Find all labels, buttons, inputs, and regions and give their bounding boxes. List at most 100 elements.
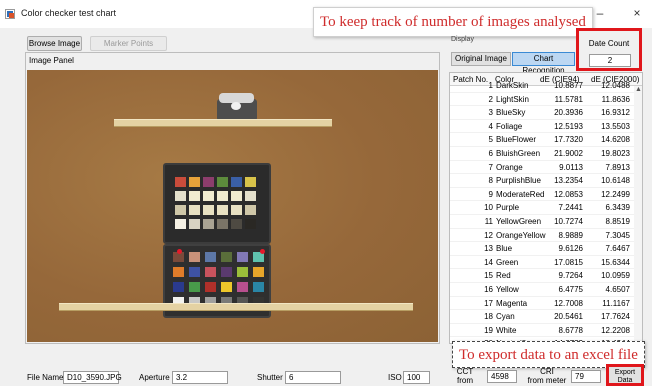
de-cie94-cell: 12.0853 — [554, 189, 583, 199]
close-icon[interactable]: × — [630, 6, 644, 20]
de-cie94-cell: 12.7008 — [554, 298, 583, 308]
display-label: Display — [451, 36, 474, 43]
swatch — [245, 219, 256, 229]
table-row[interactable]: 18 Cyan 20.5461 17.7624 — [450, 310, 636, 324]
aperture-label: Aperture — [139, 373, 170, 382]
color-name-cell: Foliage — [496, 121, 523, 131]
browse-image-button[interactable]: Browse Image — [27, 36, 82, 51]
swatch — [173, 267, 184, 277]
cri-field[interactable]: 79 — [571, 370, 601, 383]
de-cie94-cell: 10.8877 — [554, 81, 583, 90]
date-count-label: Date Count — [588, 39, 630, 48]
swatch — [189, 282, 200, 292]
camera-clamp — [217, 93, 257, 121]
table-row[interactable]: 10 Purple 7.2441 6.3439 — [450, 201, 636, 215]
cri-label: CRI from meter — [527, 367, 567, 385]
minimize-icon[interactable]: – — [593, 6, 607, 20]
iso-field[interactable]: 100 — [403, 371, 430, 384]
de-cie94-cell: 17.0815 — [554, 257, 583, 267]
color-name-cell: Magenta — [496, 298, 528, 308]
de-cie2000-cell: 6.3439 — [605, 203, 630, 213]
table-row[interactable]: 2 LightSkin 11.5781 11.8636 — [450, 93, 636, 107]
cct-label-line1: CCT — [456, 367, 474, 376]
marker-points-updated-button[interactable]: Marker Points Updated — [90, 36, 167, 61]
swatch — [253, 267, 264, 277]
table-row[interactable]: 12 OrangeYellow 8.9889 7.3045 — [450, 229, 636, 243]
shutter-field[interactable]: 6 — [285, 371, 341, 384]
swatch — [205, 252, 216, 262]
de-cie2000-cell: 13.5503 — [601, 121, 630, 131]
swatch — [175, 219, 186, 229]
color-name-cell: White — [496, 325, 517, 335]
color-name-cell: Cyan — [496, 312, 515, 322]
patch-number-cell: 5 — [488, 135, 493, 145]
color-name-cell: Blue — [496, 244, 513, 254]
swatch — [245, 205, 256, 215]
table-row[interactable]: 5 BlueFlower 17.7320 14.6208 — [450, 133, 636, 147]
swatch — [221, 252, 232, 262]
de-cie94-cell: 7.2441 — [558, 203, 583, 213]
patch-number-cell: 9 — [488, 189, 493, 199]
de-cie2000-cell: 8.8519 — [605, 216, 630, 226]
table-row[interactable]: 9 ModerateRed 12.0853 12.2499 — [450, 188, 636, 202]
swatch — [221, 267, 232, 277]
table-row[interactable]: 13 Blue 9.6126 7.6467 — [450, 242, 636, 256]
table-row[interactable]: 16 Yellow 6.4775 4.6507 — [450, 283, 636, 297]
swatch — [175, 205, 186, 215]
table-row[interactable]: 11 YellowGreen 10.7274 8.8519 — [450, 215, 636, 229]
swatch — [245, 177, 256, 187]
export-label-line1: Export — [614, 369, 636, 376]
original-image-toggle[interactable]: Original Image — [451, 52, 511, 66]
table-row[interactable]: 4 Foliage 12.5193 13.5503 — [450, 120, 636, 134]
export-label-line2: Data — [617, 377, 633, 384]
date-count-field[interactable]: 2 — [589, 54, 631, 67]
cct-field[interactable]: 4598 — [487, 370, 517, 383]
marker-point[interactable] — [177, 249, 182, 254]
de-cie2000-cell: 12.2208 — [601, 325, 630, 335]
swatch — [217, 191, 228, 201]
table-row[interactable]: 19 White 8.6778 12.2208 — [450, 324, 636, 338]
swatch — [173, 282, 184, 292]
export-data-button[interactable]: Export Data — [606, 364, 644, 386]
color-checker-card-upper — [163, 163, 271, 244]
marker-point[interactable] — [260, 249, 265, 254]
table-row[interactable]: 3 BlueSky 20.3936 16.9312 — [450, 106, 636, 120]
table-row[interactable]: 1 DarkSkin 10.8877 12.0488 — [450, 79, 636, 93]
file-name-label: File Name — [27, 373, 64, 382]
swatch — [189, 177, 200, 187]
de-cie94-cell: 17.7320 — [554, 135, 583, 145]
color-name-cell: BluishGreen — [496, 148, 541, 158]
patch-number-cell: 13 — [484, 244, 493, 254]
patch-number-cell: 19 — [484, 325, 493, 335]
table-row[interactable]: 15 Red 9.7264 10.0959 — [450, 269, 636, 283]
table-row[interactable]: 7 Orange 9.0113 7.8913 — [450, 161, 636, 175]
swatch — [231, 191, 242, 201]
patch-number-cell: 15 — [484, 271, 493, 281]
file-name-field[interactable]: D10_3590.JPG — [63, 371, 122, 384]
table-row[interactable]: 17 Magenta 12.7008 11.1167 — [450, 297, 636, 311]
cri-label-line2: from meter — [527, 376, 567, 385]
swatch — [231, 205, 242, 215]
de-cie94-cell: 12.5193 — [554, 121, 583, 131]
de-cie2000-cell: 12.0488 — [601, 81, 630, 90]
de-cie2000-cell: 4.6507 — [605, 284, 630, 294]
de-cie2000-cell: 7.3045 — [605, 230, 630, 240]
table-row[interactable]: 14 Green 17.0815 15.6344 — [450, 256, 636, 270]
color-name-cell: LightSkin — [496, 94, 529, 104]
table-scrollbar[interactable]: ▲ — [634, 86, 642, 343]
de-cie2000-cell: 12.2499 — [601, 189, 630, 199]
photo-preview — [27, 70, 438, 342]
de-cie94-cell: 9.0113 — [559, 162, 583, 172]
table-row[interactable]: 8 PurplishBlue 13.2354 10.6148 — [450, 174, 636, 188]
swatch — [245, 191, 256, 201]
aperture-field[interactable]: 3.2 — [172, 371, 228, 384]
patch-number-cell: 6 — [488, 148, 493, 158]
chart-recognition-toggle[interactable]: Chart Recognition — [512, 52, 575, 75]
wooden-stick-top — [114, 119, 332, 127]
table-row[interactable]: 6 BluishGreen 21.9002 19.8023 — [450, 147, 636, 161]
color-name-cell: Purple — [496, 203, 520, 213]
swatch — [175, 191, 186, 201]
cct-label: CCT from meter — [446, 367, 484, 386]
results-table: Patch No. Color dE (CIE94) dE (CIE2000) … — [449, 72, 643, 344]
scroll-up-arrow-icon[interactable]: ▲ — [635, 86, 642, 93]
